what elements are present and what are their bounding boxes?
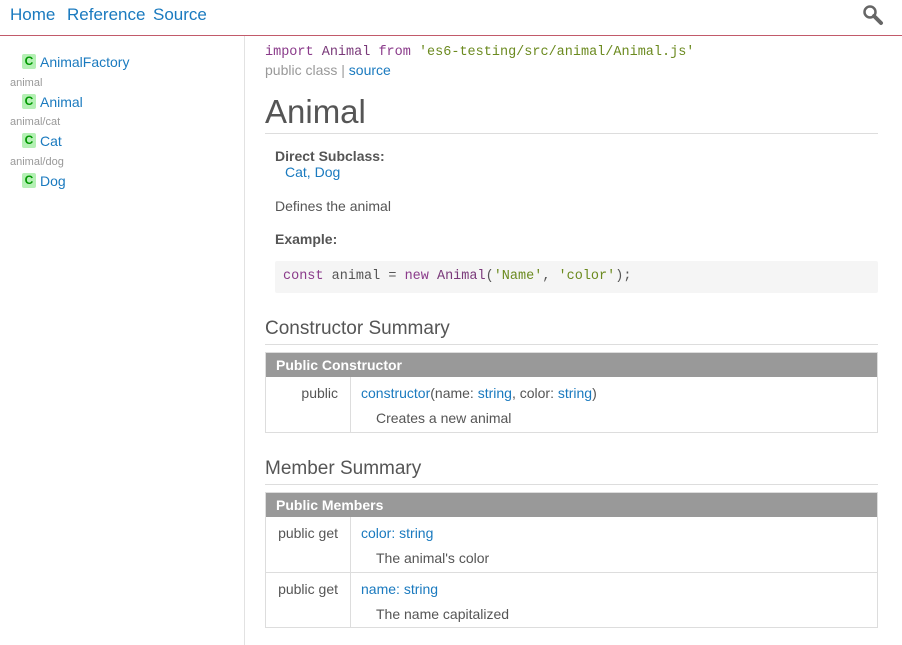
page-title: Animal [265, 91, 878, 134]
sidebar-navigation: C AnimalFactory animal C Animal animal/cat… [0, 36, 245, 645]
sidebar-item-label[interactable]: Animal [40, 94, 83, 110]
access-label: public get [278, 525, 338, 541]
member-link-name[interactable]: name [361, 581, 396, 597]
nav-reference-link[interactable]: Reference [67, 5, 145, 25]
constructor-link[interactable]: constructor [361, 385, 430, 401]
member-link-color[interactable]: color [361, 525, 391, 541]
sidebar-dir-label: animal [10, 77, 43, 89]
code-token: 'Name' [493, 269, 543, 284]
code-token: animal [331, 269, 381, 284]
import-keyword: import [265, 45, 314, 60]
row-description: The animal's color [376, 550, 490, 566]
sidebar-dir-label: animal/dog [10, 156, 64, 168]
member-summary-heading: Member Summary [265, 458, 878, 485]
code-token: ); [615, 269, 632, 284]
class-kind-badge: C [22, 54, 36, 69]
type-link[interactable]: string [399, 525, 433, 541]
subclass-link-cat[interactable]: Cat [285, 164, 307, 180]
access-cell: public [266, 377, 351, 432]
sidebar-item-animal[interactable]: C Animal [22, 93, 83, 111]
source-link[interactable]: source [349, 62, 391, 78]
import-path: 'es6-testing/src/animal/Animal.js' [418, 45, 695, 60]
type-link[interactable]: string [404, 581, 438, 597]
example-code: const animal = new Animal('Name', 'color… [283, 269, 631, 284]
member-summary-table: Public Members public get color: string … [265, 492, 878, 628]
sidebar-dir-label: animal/cat [10, 116, 61, 128]
type-link[interactable]: string [478, 385, 512, 401]
param-text: ) [592, 385, 597, 401]
access-cell: public get [266, 573, 351, 627]
constructor-summary-table: Public Constructor public constructor(na… [265, 352, 878, 433]
sidebar-item-dog[interactable]: C Dog [22, 172, 66, 190]
import-statement: import Animal from 'es6-testing/src/anim… [265, 45, 694, 60]
class-kind-badge: C [22, 94, 36, 109]
class-description: Defines the animal [275, 198, 391, 214]
direct-subclass-label: Direct Subclass: [275, 148, 385, 164]
signature-cell: name: string [361, 581, 438, 597]
subclass-separator: , [306, 164, 311, 180]
row-description: The name capitalized [376, 606, 510, 622]
type-separator: : [396, 581, 404, 597]
param-text: (name: [430, 385, 478, 401]
sidebar-item-cat[interactable]: C Cat [22, 132, 62, 150]
code-token: const [283, 269, 324, 284]
sidebar-item-label[interactable]: AnimalFactory [40, 54, 129, 70]
code-token: Animal [436, 269, 486, 284]
class-meta: public class | source [265, 62, 391, 78]
nav-source-link[interactable]: Source [153, 5, 207, 25]
table-row: public get name: string The name capital… [266, 572, 877, 627]
sidebar-item-animalfactory[interactable]: C AnimalFactory [22, 53, 129, 71]
nav-home-link[interactable]: Home [10, 5, 55, 25]
access-label: public class [265, 62, 338, 78]
code-token: new [404, 269, 429, 284]
example-label: Example: [275, 231, 338, 247]
constructor-summary-heading: Constructor Summary [265, 318, 878, 345]
table-header: Public Constructor [266, 353, 877, 377]
meta-separator: | [341, 62, 345, 78]
type-separator: : [391, 525, 400, 541]
table-row: public constructor(name: string, color: … [266, 377, 877, 432]
sidebar-item-label[interactable]: Cat [40, 133, 62, 149]
row-description: Creates a new animal [376, 410, 512, 426]
search-icon[interactable] [862, 4, 884, 26]
param-text: , color: [511, 385, 558, 401]
class-kind-badge: C [22, 173, 36, 188]
top-nav-bar: Home Reference Source [0, 0, 902, 36]
sidebar-item-label[interactable]: Dog [40, 173, 66, 189]
code-token: ( [485, 269, 494, 284]
from-keyword: from [378, 45, 411, 60]
example-code-block: const animal = new Animal('Name', 'color… [275, 261, 878, 293]
table-row: public get color: string The animal's co… [266, 517, 877, 572]
type-link[interactable]: string [558, 385, 592, 401]
code-token: , [542, 269, 551, 284]
code-token: = [388, 269, 397, 284]
code-token: 'color' [558, 269, 616, 284]
access-cell: public get [266, 517, 351, 572]
access-label: public get [278, 581, 338, 597]
table-header: Public Members [266, 493, 877, 517]
subclass-link-dog[interactable]: Dog [315, 164, 341, 180]
import-name: Animal [321, 45, 371, 60]
class-kind-badge: C [22, 133, 36, 148]
signature-cell: color: string [361, 525, 433, 541]
subclass-list: Cat, Dog [285, 164, 340, 180]
access-label: public [301, 385, 338, 401]
signature-cell: constructor(name: string, color: string) [361, 385, 597, 401]
